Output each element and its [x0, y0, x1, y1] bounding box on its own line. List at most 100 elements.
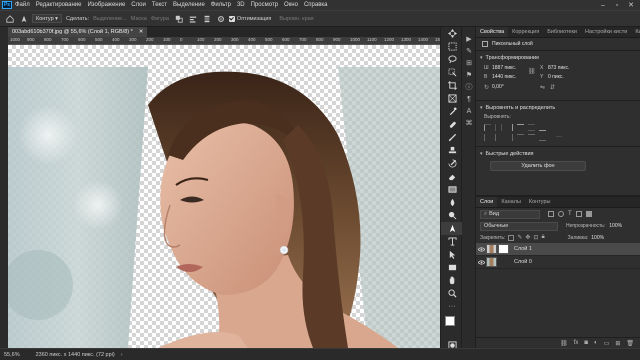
menu-3d[interactable]: 3D — [237, 2, 245, 8]
align-bottom-icon[interactable] — [539, 124, 546, 131]
mask-button[interactable]: Маска — [131, 16, 147, 22]
blur-tool-icon[interactable] — [441, 196, 463, 209]
filter-type-icon[interactable]: T — [568, 211, 572, 217]
new-group-icon[interactable]: ▭ — [604, 340, 610, 347]
object-selection-tool-icon[interactable] — [441, 66, 463, 79]
type-tool-icon[interactable] — [441, 235, 463, 248]
tab-paths[interactable]: Контуры — [525, 197, 555, 207]
visibility-eye-icon[interactable] — [476, 246, 486, 252]
document-info[interactable]: 2360 пикс. x 1440 пикс. (72 ppi) — [36, 352, 115, 358]
gradient-tool-icon[interactable] — [441, 183, 463, 196]
layer-filter-select[interactable]: ⌕ Вид — [480, 209, 540, 219]
distribute-right-icon[interactable] — [506, 133, 513, 141]
pen-tool-icon[interactable] — [18, 13, 30, 24]
tab-libraries[interactable]: Библиотеки — [543, 27, 581, 37]
align-top-icon[interactable] — [517, 123, 524, 131]
document-tab[interactable]: 003abd610b370f.jpg @ 55,6% (Слой 1, RGB/… — [8, 27, 148, 37]
distribute-center-h-icon[interactable] — [495, 133, 502, 141]
tab-brushes[interactable]: Кисти — [631, 27, 640, 37]
path-alignment-icon[interactable] — [187, 13, 199, 24]
zoom-level[interactable]: 55,6% — [4, 352, 20, 358]
link-layers-icon[interactable]: ⛓ — [560, 340, 568, 347]
layer-row-1[interactable]: Слой 1 — [476, 243, 640, 256]
visibility-eye-icon[interactable] — [476, 259, 486, 265]
menu-select[interactable]: Выделение — [173, 2, 205, 8]
eyedropper-tool-icon[interactable] — [441, 105, 463, 118]
transform-section[interactable]: ▾ Трансформирование — [476, 53, 640, 62]
clone-source-dock-icon[interactable]: ⊞ — [462, 57, 476, 69]
zoom-tool-icon[interactable] — [441, 287, 463, 300]
brush-settings-dock-icon[interactable]: ✎ — [462, 45, 476, 57]
top-ruler[interactable]: 1000 900 800 700 600 500 400 300 200 100 0 100 200 30… — [8, 37, 440, 45]
brush-tool-icon[interactable] — [441, 131, 463, 144]
minimize-icon[interactable]: – — [596, 0, 610, 10]
history-brush-tool-icon[interactable] — [441, 157, 463, 170]
shape-button[interactable]: Фигура — [151, 16, 169, 22]
distribute-left-icon[interactable] — [484, 133, 491, 141]
optimization-checkbox[interactable] — [228, 15, 235, 22]
info-dock-icon[interactable]: ⓘ — [462, 81, 476, 93]
status-menu-chevron-icon[interactable]: › — [121, 352, 123, 358]
layer-row-0[interactable]: Слой 0 — [476, 256, 640, 269]
flip-horizontal-icon[interactable]: ⇋ — [540, 84, 545, 91]
close-tab-icon[interactable]: ✕ — [139, 29, 144, 35]
clone-stamp-tool-icon[interactable] — [441, 144, 463, 157]
lock-artboard-icon[interactable]: ⊡ — [533, 234, 538, 241]
tab-channels[interactable]: Каналы — [497, 197, 525, 207]
menu-filter[interactable]: Фильтр — [211, 2, 231, 8]
pen-mode-select[interactable]: Контур ▾ — [32, 14, 62, 23]
more-options-icon[interactable]: ··· — [556, 134, 562, 140]
align-left-icon[interactable] — [484, 123, 491, 131]
healing-brush-tool-icon[interactable] — [441, 118, 463, 131]
character-dock-icon[interactable]: A — [462, 105, 476, 117]
menu-layers[interactable]: Слои — [131, 2, 146, 8]
add-mask-icon[interactable]: ◙ — [584, 340, 588, 346]
settings-icon[interactable] — [215, 13, 227, 24]
foreground-color-swatch[interactable] — [445, 316, 455, 326]
height-field[interactable]: 1440 пикс. — [492, 74, 516, 80]
blend-mode-select[interactable]: Обычные — [480, 221, 558, 231]
close-icon[interactable]: ✕ — [624, 0, 638, 10]
flip-vertical-icon[interactable]: ⇵ — [550, 84, 555, 91]
align-right-icon[interactable] — [506, 123, 513, 131]
quick-actions-section[interactable]: ▾ Быстрые действия — [476, 149, 640, 158]
lasso-tool-icon[interactable] — [441, 53, 463, 66]
play-actions-icon[interactable]: ▶ — [462, 33, 476, 45]
move-tool-icon[interactable] — [441, 27, 463, 40]
align-center-v-icon[interactable] — [528, 123, 535, 131]
filter-smart-icon[interactable] — [585, 211, 592, 217]
x-field[interactable]: 873 пикс. — [548, 65, 569, 71]
menu-help[interactable]: Справка — [304, 2, 328, 8]
marquee-tool-icon[interactable] — [441, 40, 463, 53]
dodge-tool-icon[interactable] — [441, 209, 463, 222]
selection-button[interactable]: Выделение... — [93, 16, 127, 22]
filter-adjustment-icon[interactable] — [558, 211, 564, 217]
filter-shape-icon[interactable] — [575, 211, 582, 217]
angle-field[interactable]: 0,00° — [492, 84, 504, 90]
path-arrangement-icon[interactable] — [201, 13, 213, 24]
menu-edit[interactable]: Редактирование — [36, 2, 82, 8]
fill-field[interactable]: 100% — [591, 235, 604, 241]
menu-type[interactable]: Текст — [152, 2, 167, 8]
frame-tool-icon[interactable] — [441, 92, 463, 105]
path-selection-tool-icon[interactable] — [441, 248, 463, 261]
distribute-top-icon[interactable] — [517, 133, 524, 141]
lock-position-icon[interactable]: ✥ — [525, 234, 530, 241]
paragraph-dock-icon[interactable]: ¶ — [462, 93, 476, 105]
tab-adjustments[interactable]: Коррекция — [508, 27, 543, 37]
menu-file[interactable]: Файл — [15, 2, 30, 8]
opacity-field[interactable]: 100% — [609, 223, 622, 229]
delete-layer-icon[interactable]: 🗑︎ — [626, 340, 634, 347]
distribute-center-v-icon[interactable] — [528, 133, 535, 141]
canvas[interactable] — [8, 45, 440, 348]
y-field[interactable]: 0 пикс. — [548, 74, 564, 80]
distribute-bottom-icon[interactable] — [539, 134, 546, 141]
crop-tool-icon[interactable] — [441, 79, 463, 92]
adjustment-layer-icon[interactable]: ◐ — [594, 340, 598, 346]
align-section[interactable]: ▾ Выровнять и распределить — [476, 103, 640, 112]
align-center-h-icon[interactable] — [495, 123, 502, 131]
lock-transparent-icon[interactable] — [508, 234, 515, 241]
remove-background-button[interactable]: Удалить фон — [490, 161, 586, 171]
new-layer-icon[interactable]: ⊞ — [615, 340, 620, 347]
tab-brush-settings[interactable]: Настройки кисти — [581, 27, 631, 37]
